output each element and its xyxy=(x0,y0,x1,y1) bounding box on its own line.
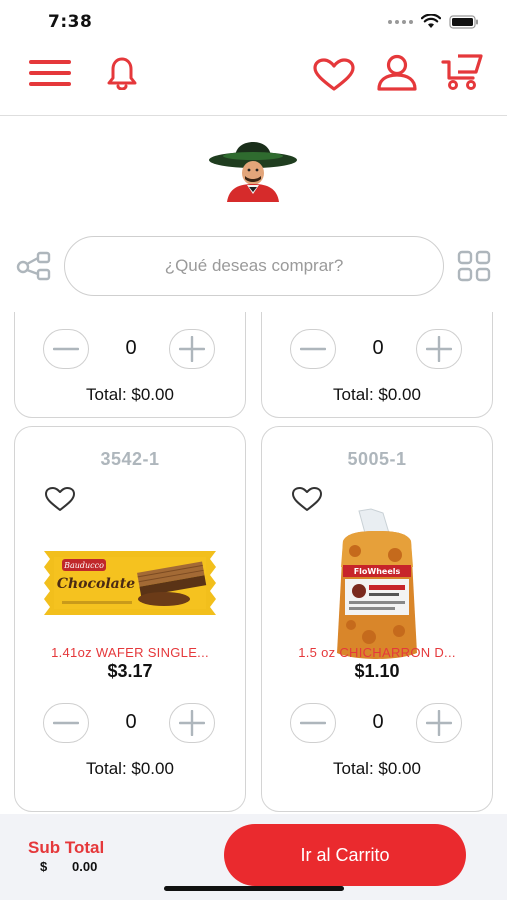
product-total: Total: $0.00 xyxy=(333,759,421,778)
product-total: Total: $0.00 xyxy=(86,759,174,778)
quantity-value: 0 xyxy=(372,711,384,733)
share-icon[interactable] xyxy=(16,251,52,286)
minus-icon xyxy=(53,347,79,351)
quantity-stepper: 0 xyxy=(15,703,245,747)
go-to-cart-button[interactable]: Ir al Carrito xyxy=(224,824,466,886)
product-total: Total: $0.00 xyxy=(333,385,421,404)
increase-quantity-button[interactable] xyxy=(169,329,215,369)
cart-icon[interactable] xyxy=(440,52,484,92)
decrease-quantity-button[interactable] xyxy=(290,329,336,369)
product-card[interactable]: 0 Total: $0.00 xyxy=(261,312,493,418)
decrease-quantity-button[interactable] xyxy=(43,329,89,369)
product-total: Total: $0.00 xyxy=(86,385,174,404)
product-sku: 5005-1 xyxy=(347,449,407,469)
search-row: ¿Qué deseas comprar? xyxy=(0,236,507,296)
search-input[interactable]: ¿Qué deseas comprar? xyxy=(64,236,444,296)
wrapper-flavor-text: Chocolate xyxy=(57,576,135,592)
product-price: $1.10 xyxy=(354,661,400,681)
user-icon[interactable] xyxy=(376,54,418,92)
menu-icon[interactable] xyxy=(28,58,72,88)
quantity-value: 0 xyxy=(372,337,384,359)
product-sku: 3542-1 xyxy=(100,449,160,469)
wrapper-brand-text: Bauducco xyxy=(63,561,104,570)
status-bar: 7:38 xyxy=(0,0,507,44)
quantity-value: 0 xyxy=(125,711,137,733)
quantity-stepper: 0 xyxy=(262,703,492,747)
subtotal-label: Sub Total xyxy=(28,838,105,857)
subtotal-currency: $ xyxy=(40,859,48,874)
quantity-stepper: 0 xyxy=(262,329,492,373)
heart-icon[interactable] xyxy=(312,58,356,92)
plus-icon xyxy=(426,710,452,736)
plus-icon xyxy=(426,336,452,362)
product-image[interactable]: FloWheels xyxy=(262,505,492,665)
minus-icon xyxy=(300,721,326,725)
quantity-value: 0 xyxy=(125,337,137,359)
checkout-bar: Sub Total $ 0.00 Ir al Carrito xyxy=(0,814,507,900)
increase-quantity-button[interactable] xyxy=(416,703,462,743)
minus-icon xyxy=(53,721,79,725)
product-name: 1.5 oz CHICHARRON D... xyxy=(298,645,456,660)
grid-icon[interactable] xyxy=(457,250,491,287)
top-navigation xyxy=(0,44,507,116)
favorite-heart-icon[interactable] xyxy=(43,485,77,518)
plus-icon xyxy=(179,710,205,736)
product-price: $3.17 xyxy=(107,661,153,681)
battery-icon xyxy=(449,14,478,29)
product-card[interactable]: 5005-1 FloWheels 1.5 oz CHICHARRON D... … xyxy=(261,426,493,812)
quantity-stepper: 0 xyxy=(15,329,245,373)
decrease-quantity-button[interactable] xyxy=(43,703,89,743)
product-card[interactable]: 3542-1 Bauducco Chocolate 1.41oz WAFER S… xyxy=(14,426,246,812)
decrease-quantity-button[interactable] xyxy=(290,703,336,743)
minus-icon xyxy=(300,347,326,351)
subtotal-value: 0.00 xyxy=(72,859,98,874)
product-name: 1.41oz WAFER SINGLE... xyxy=(51,645,209,660)
bag-brand-text: FloWheels xyxy=(354,567,401,576)
bell-icon[interactable] xyxy=(106,56,138,90)
increase-quantity-button[interactable] xyxy=(416,329,462,369)
home-indicator xyxy=(164,886,344,891)
store-logo xyxy=(205,140,301,202)
product-card[interactable]: 0 Total: $0.00 xyxy=(14,312,246,418)
status-icons xyxy=(388,14,479,29)
increase-quantity-button[interactable] xyxy=(169,703,215,743)
status-time: 7:38 xyxy=(48,12,93,32)
product-image[interactable]: Bauducco Chocolate xyxy=(15,519,245,647)
product-grid: 0 Total: $0.00 0 Total: $0.00 3542-1 Bau… xyxy=(0,312,507,812)
signal-icon xyxy=(388,19,413,24)
wifi-icon xyxy=(421,14,441,28)
plus-icon xyxy=(179,336,205,362)
